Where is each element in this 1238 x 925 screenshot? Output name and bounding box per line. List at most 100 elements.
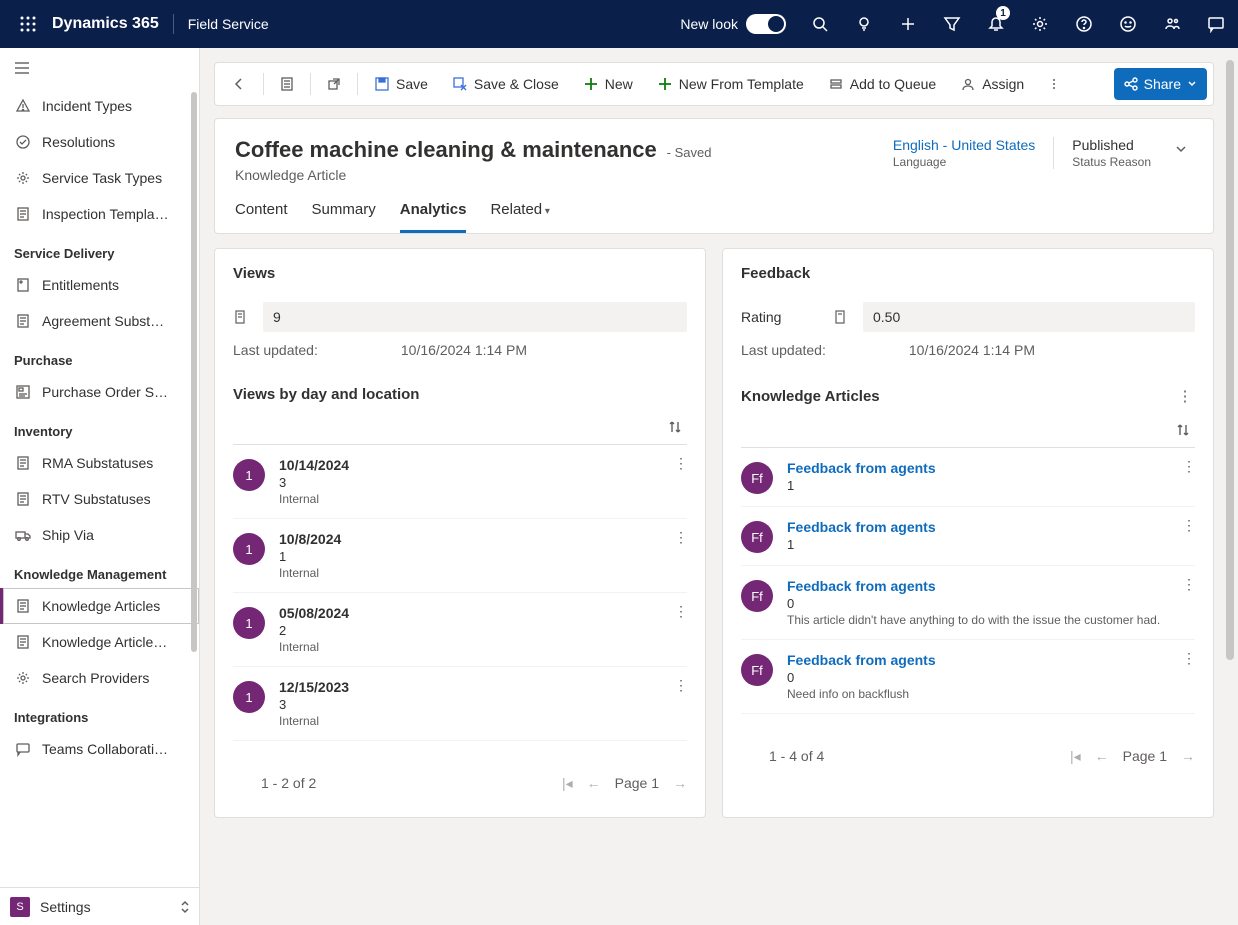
sidebar-item-label: Inspection Templa… — [42, 206, 169, 222]
list-item[interactable]: 1 05/08/2024 2 Internal ⋮ — [233, 593, 687, 667]
sidebar-item[interactable]: Inspection Templa… — [0, 196, 199, 232]
rating-field[interactable]: 0.50 — [863, 302, 1195, 332]
item-title[interactable]: Feedback from agents — [787, 578, 1160, 594]
pager-first-icon[interactable]: |◂ — [562, 775, 573, 792]
sidebar-item[interactable]: Knowledge Article… — [0, 624, 199, 660]
person-icon — [960, 76, 976, 92]
help-icon[interactable] — [1062, 0, 1106, 48]
sidebar-item-label: Incident Types — [42, 98, 132, 114]
brand-name[interactable]: Dynamics 365 — [52, 15, 159, 33]
queue-icon — [828, 76, 844, 92]
sidebar-item[interactable]: Purchase Order S… — [0, 374, 199, 410]
more-icon[interactable]: ⋮ — [1179, 574, 1199, 594]
sidebar-item[interactable]: Entitlements — [0, 267, 199, 303]
item-count: 3 — [279, 475, 349, 490]
item-title[interactable]: Feedback from agents — [787, 519, 936, 535]
scrollbar-thumb[interactable] — [191, 92, 197, 652]
form-selector[interactable] — [270, 68, 304, 100]
item-score: 1 — [787, 478, 936, 493]
list-item[interactable]: Ff Feedback from agents 1 ⋮ — [741, 448, 1195, 507]
sidebar-item[interactable]: Knowledge Articles — [0, 588, 199, 624]
new-look-toggle[interactable]: New look — [680, 14, 786, 34]
settings-icon[interactable] — [1018, 0, 1062, 48]
pager-next-icon[interactable]: → — [1181, 748, 1195, 764]
sidebar-item[interactable]: Teams Collaborati… — [0, 731, 199, 767]
pager-prev-icon[interactable]: ← — [1095, 748, 1109, 764]
views-title: Views — [233, 265, 687, 282]
sidebar-item[interactable]: Incident Types — [0, 88, 199, 124]
teams-icon[interactable] — [1150, 0, 1194, 48]
area-switcher[interactable]: S Settings — [0, 887, 199, 925]
lightbulb-icon[interactable] — [842, 0, 886, 48]
more-icon[interactable]: ⋮ — [671, 527, 691, 547]
more-icon[interactable]: ⋮ — [671, 675, 691, 695]
list-item[interactable]: 1 10/14/2024 3 Internal ⋮ — [233, 445, 687, 519]
more-icon[interactable]: ⋮ — [1179, 648, 1199, 668]
overflow-button[interactable] — [1038, 68, 1070, 100]
search-icon[interactable] — [798, 0, 842, 48]
item-date: 10/14/2024 — [279, 457, 349, 473]
main-scrollbar-thumb[interactable] — [1226, 60, 1234, 660]
sidebar-item-label: Agreement Subst… — [42, 313, 164, 329]
save-label: Save — [396, 76, 428, 92]
collapse-nav-icon[interactable] — [0, 48, 199, 88]
sidebar-item-label: Service Task Types — [42, 170, 162, 186]
expand-header-icon[interactable] — [1169, 137, 1193, 161]
form-tabs: Content Summary Analytics Related — [235, 201, 1193, 233]
sidebar-item[interactable]: Agreement Subst… — [0, 303, 199, 339]
tab-related[interactable]: Related — [490, 201, 550, 233]
tab-analytics[interactable]: Analytics — [400, 201, 467, 233]
smiley-icon[interactable] — [1106, 0, 1150, 48]
app-name[interactable]: Field Service — [188, 16, 269, 32]
list-item[interactable]: 1 10/8/2024 1 Internal ⋮ — [233, 519, 687, 593]
pager-next-icon[interactable]: → — [673, 775, 687, 791]
pager-first-icon[interactable]: |◂ — [1070, 748, 1081, 765]
pager-prev-icon[interactable]: ← — [587, 775, 601, 791]
sidebar-item-label: Search Providers — [42, 670, 149, 686]
add-to-queue-button[interactable]: Add to Queue — [818, 68, 946, 100]
toggle-icon[interactable] — [746, 14, 786, 34]
add-icon[interactable] — [886, 0, 930, 48]
item-title[interactable]: Feedback from agents — [787, 652, 936, 668]
list-item[interactable]: Ff Feedback from agents 1 ⋮ — [741, 507, 1195, 566]
app-launcher-icon[interactable] — [8, 4, 48, 44]
sidebar-item[interactable]: RMA Substatuses — [0, 445, 199, 481]
views-count-field[interactable]: 9 — [263, 302, 687, 332]
more-icon[interactable]: ⋮ — [671, 601, 691, 621]
sidebar-item-label: RTV Substatuses — [42, 491, 151, 507]
more-icon[interactable]: ⋮ — [1179, 456, 1199, 476]
sidebar-item[interactable]: Service Task Types — [0, 160, 199, 196]
sidebar-item[interactable]: Ship Via — [0, 517, 199, 553]
item-title[interactable]: Feedback from agents — [787, 460, 936, 476]
back-button[interactable] — [221, 68, 257, 100]
share-button[interactable]: Share — [1114, 68, 1207, 100]
tab-content[interactable]: Content — [235, 201, 288, 233]
language-value[interactable]: English - United States — [893, 137, 1035, 153]
filter-icon[interactable] — [930, 0, 974, 48]
save-close-button[interactable]: Save & Close — [442, 68, 569, 100]
sidebar-item-label: RMA Substatuses — [42, 455, 153, 471]
list-item[interactable]: 1 12/15/2023 3 Internal ⋮ — [233, 667, 687, 741]
bell-icon[interactable]: 1 — [974, 0, 1018, 48]
new-template-button[interactable]: New From Template — [647, 68, 814, 100]
chat-icon[interactable] — [1194, 0, 1238, 48]
sidebar-item[interactable]: Resolutions — [0, 124, 199, 160]
popout-button[interactable] — [317, 68, 351, 100]
new-button[interactable]: New — [573, 68, 643, 100]
sidebar-item[interactable]: RTV Substatuses — [0, 481, 199, 517]
sidebar-item[interactable]: Search Providers — [0, 660, 199, 696]
list-item[interactable]: Ff Feedback from agents 0 Need info on b… — [741, 640, 1195, 714]
more-icon[interactable]: ⋮ — [671, 453, 691, 473]
sort-icon[interactable] — [663, 415, 687, 439]
assign-button[interactable]: Assign — [950, 68, 1034, 100]
back-icon — [231, 76, 247, 92]
tab-summary[interactable]: Summary — [312, 201, 376, 233]
more-icon[interactable]: ⋮ — [1179, 515, 1199, 535]
list-item[interactable]: Ff Feedback from agents 0 This article d… — [741, 566, 1195, 640]
avatar: 1 — [233, 607, 265, 639]
doc-icon — [14, 454, 32, 472]
save-button[interactable]: Save — [364, 68, 438, 100]
views-field-icon — [233, 310, 251, 324]
more-icon[interactable]: ⋮ — [1175, 386, 1195, 406]
sort-icon[interactable] — [1171, 418, 1195, 442]
